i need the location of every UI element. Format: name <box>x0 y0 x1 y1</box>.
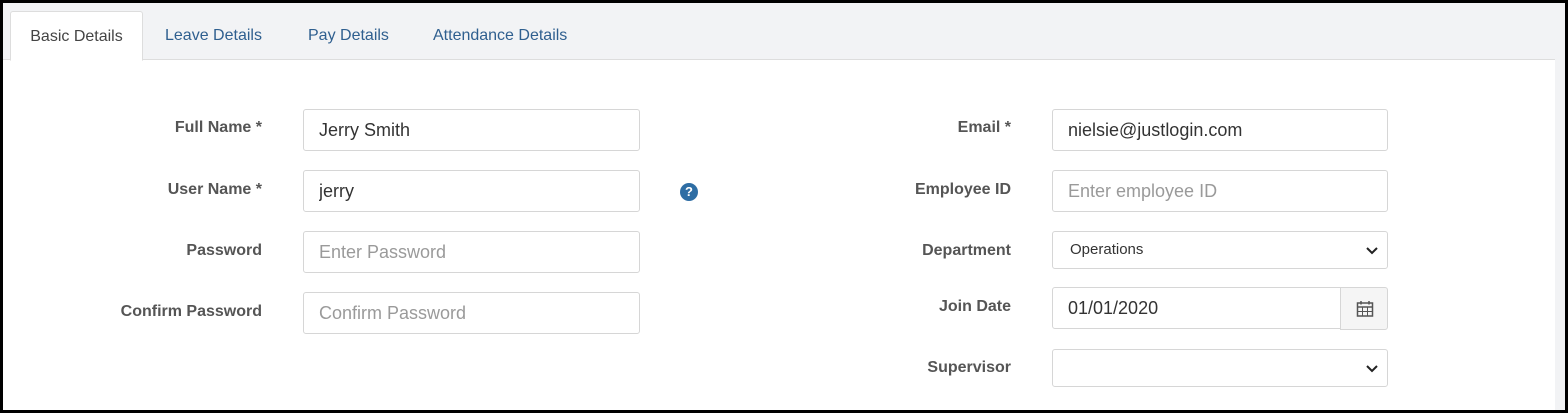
question-circle-icon[interactable]: ? <box>680 183 698 201</box>
calendar-icon <box>1356 301 1374 317</box>
employee-form-window: Basic Details Leave Details Pay Details … <box>0 0 1568 413</box>
chevron-down-icon <box>1366 365 1378 373</box>
full-name-label: Full Name * <box>174 119 262 136</box>
user-name-input[interactable] <box>303 170 640 212</box>
email-label: Email * <box>957 119 1011 136</box>
department-label: Department <box>922 242 1011 259</box>
join-date-label: Join Date <box>938 298 1011 315</box>
user-name-label: User Name * <box>167 181 262 198</box>
employee-id-label: Employee ID <box>914 181 1011 198</box>
department-select[interactable]: Operations <box>1052 231 1388 269</box>
supervisor-label: Supervisor <box>927 359 1011 376</box>
join-date-input[interactable] <box>1052 287 1344 329</box>
confirm-password-input[interactable] <box>303 292 640 334</box>
tab-leave-details[interactable]: Leave Details <box>165 11 262 61</box>
email-input[interactable] <box>1052 109 1388 151</box>
scroll-gutter <box>1555 3 1565 410</box>
tab-attendance-details[interactable]: Attendance Details <box>433 11 567 61</box>
supervisor-select[interactable] <box>1052 349 1388 387</box>
full-name-input[interactable] <box>303 109 640 151</box>
tab-bar: Basic Details Leave Details Pay Details … <box>3 3 1555 61</box>
chevron-down-icon <box>1366 247 1378 255</box>
calendar-button[interactable] <box>1340 287 1388 330</box>
department-selected-value: Operations <box>1070 241 1144 258</box>
tab-basic-details[interactable]: Basic Details <box>10 11 143 61</box>
employee-id-input[interactable] <box>1052 170 1388 212</box>
tab-pay-details[interactable]: Pay Details <box>308 11 389 61</box>
password-label: Password <box>186 242 262 259</box>
confirm-password-label: Confirm Password <box>120 303 262 320</box>
password-input[interactable] <box>303 231 640 273</box>
